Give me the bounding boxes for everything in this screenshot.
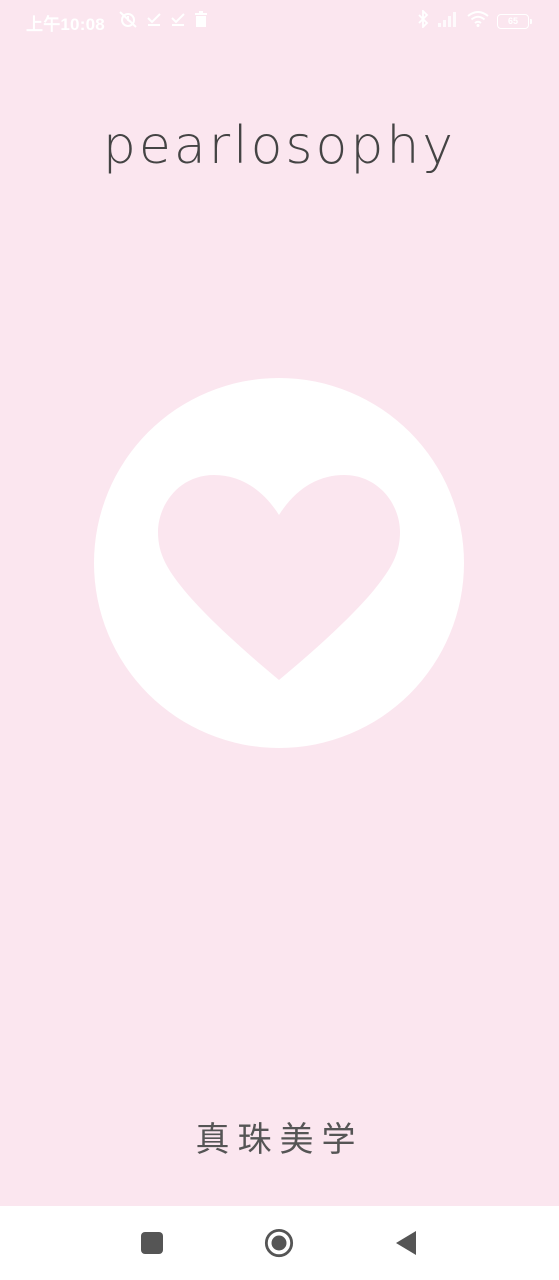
status-notification-icons xyxy=(118,10,208,32)
heart-icon xyxy=(158,475,400,680)
home-circle-icon xyxy=(264,1228,294,1258)
battery-level: 65 xyxy=(507,15,518,26)
trash-icon xyxy=(194,11,208,31)
status-time: 上午10:08 xyxy=(26,15,105,34)
check-download-icon xyxy=(146,11,162,31)
status-bar: 上午10:08 65 xyxy=(0,0,559,42)
tagline: 真珠美学 xyxy=(195,1120,364,1160)
wifi-icon xyxy=(467,11,489,31)
back-triangle-icon xyxy=(396,1231,416,1255)
back-button[interactable] xyxy=(391,1228,421,1258)
recents-square-icon xyxy=(141,1232,163,1254)
battery-icon: 65 xyxy=(497,13,532,29)
brand-logo: pearlosophy xyxy=(102,116,457,176)
alarm-off-icon xyxy=(118,10,138,32)
check-download-icon xyxy=(170,11,186,31)
bluetooth-icon xyxy=(417,8,429,32)
signal-icon xyxy=(437,11,459,31)
system-nav-bar xyxy=(0,1206,559,1280)
splash-screen: 上午10:08 65 pearlosophy 真珠美学 xyxy=(0,0,559,1280)
home-button[interactable] xyxy=(264,1228,294,1258)
status-system-icons: 65 xyxy=(417,8,532,32)
recents-button[interactable] xyxy=(137,1228,167,1258)
